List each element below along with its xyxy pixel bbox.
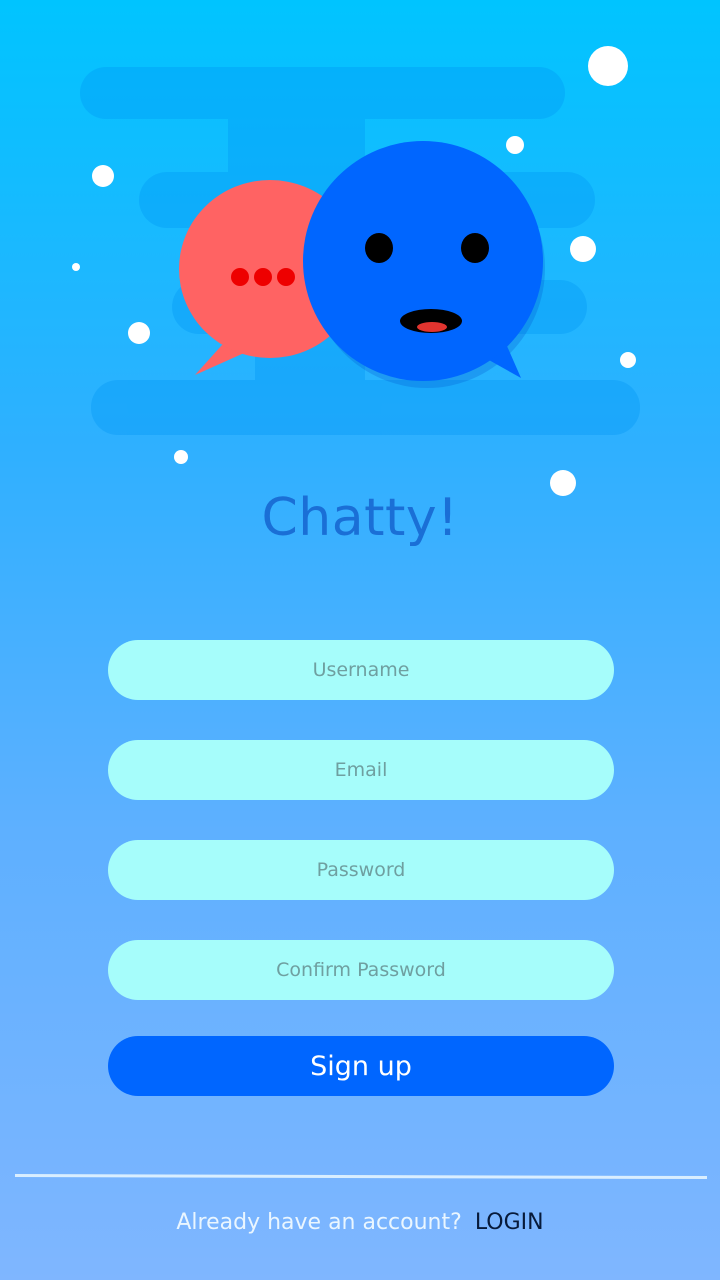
username-input[interactable]	[108, 640, 614, 700]
password-input[interactable]	[108, 840, 614, 900]
email-input[interactable]	[108, 740, 614, 800]
confirm-password-input[interactable]	[108, 940, 614, 1000]
login-prompt-text: Already have an account?	[176, 1210, 462, 1235]
divider	[14, 1174, 708, 1180]
chat-illustration	[0, 0, 720, 500]
app-title: Chatty!	[261, 488, 459, 548]
login-prompt: Already have an account? LOGIN	[0, 1210, 720, 1235]
chat-bubbles-illustration	[72, 46, 640, 496]
signup-button[interactable]: Sign up	[108, 1036, 614, 1096]
login-link[interactable]: LOGIN	[475, 1210, 544, 1235]
